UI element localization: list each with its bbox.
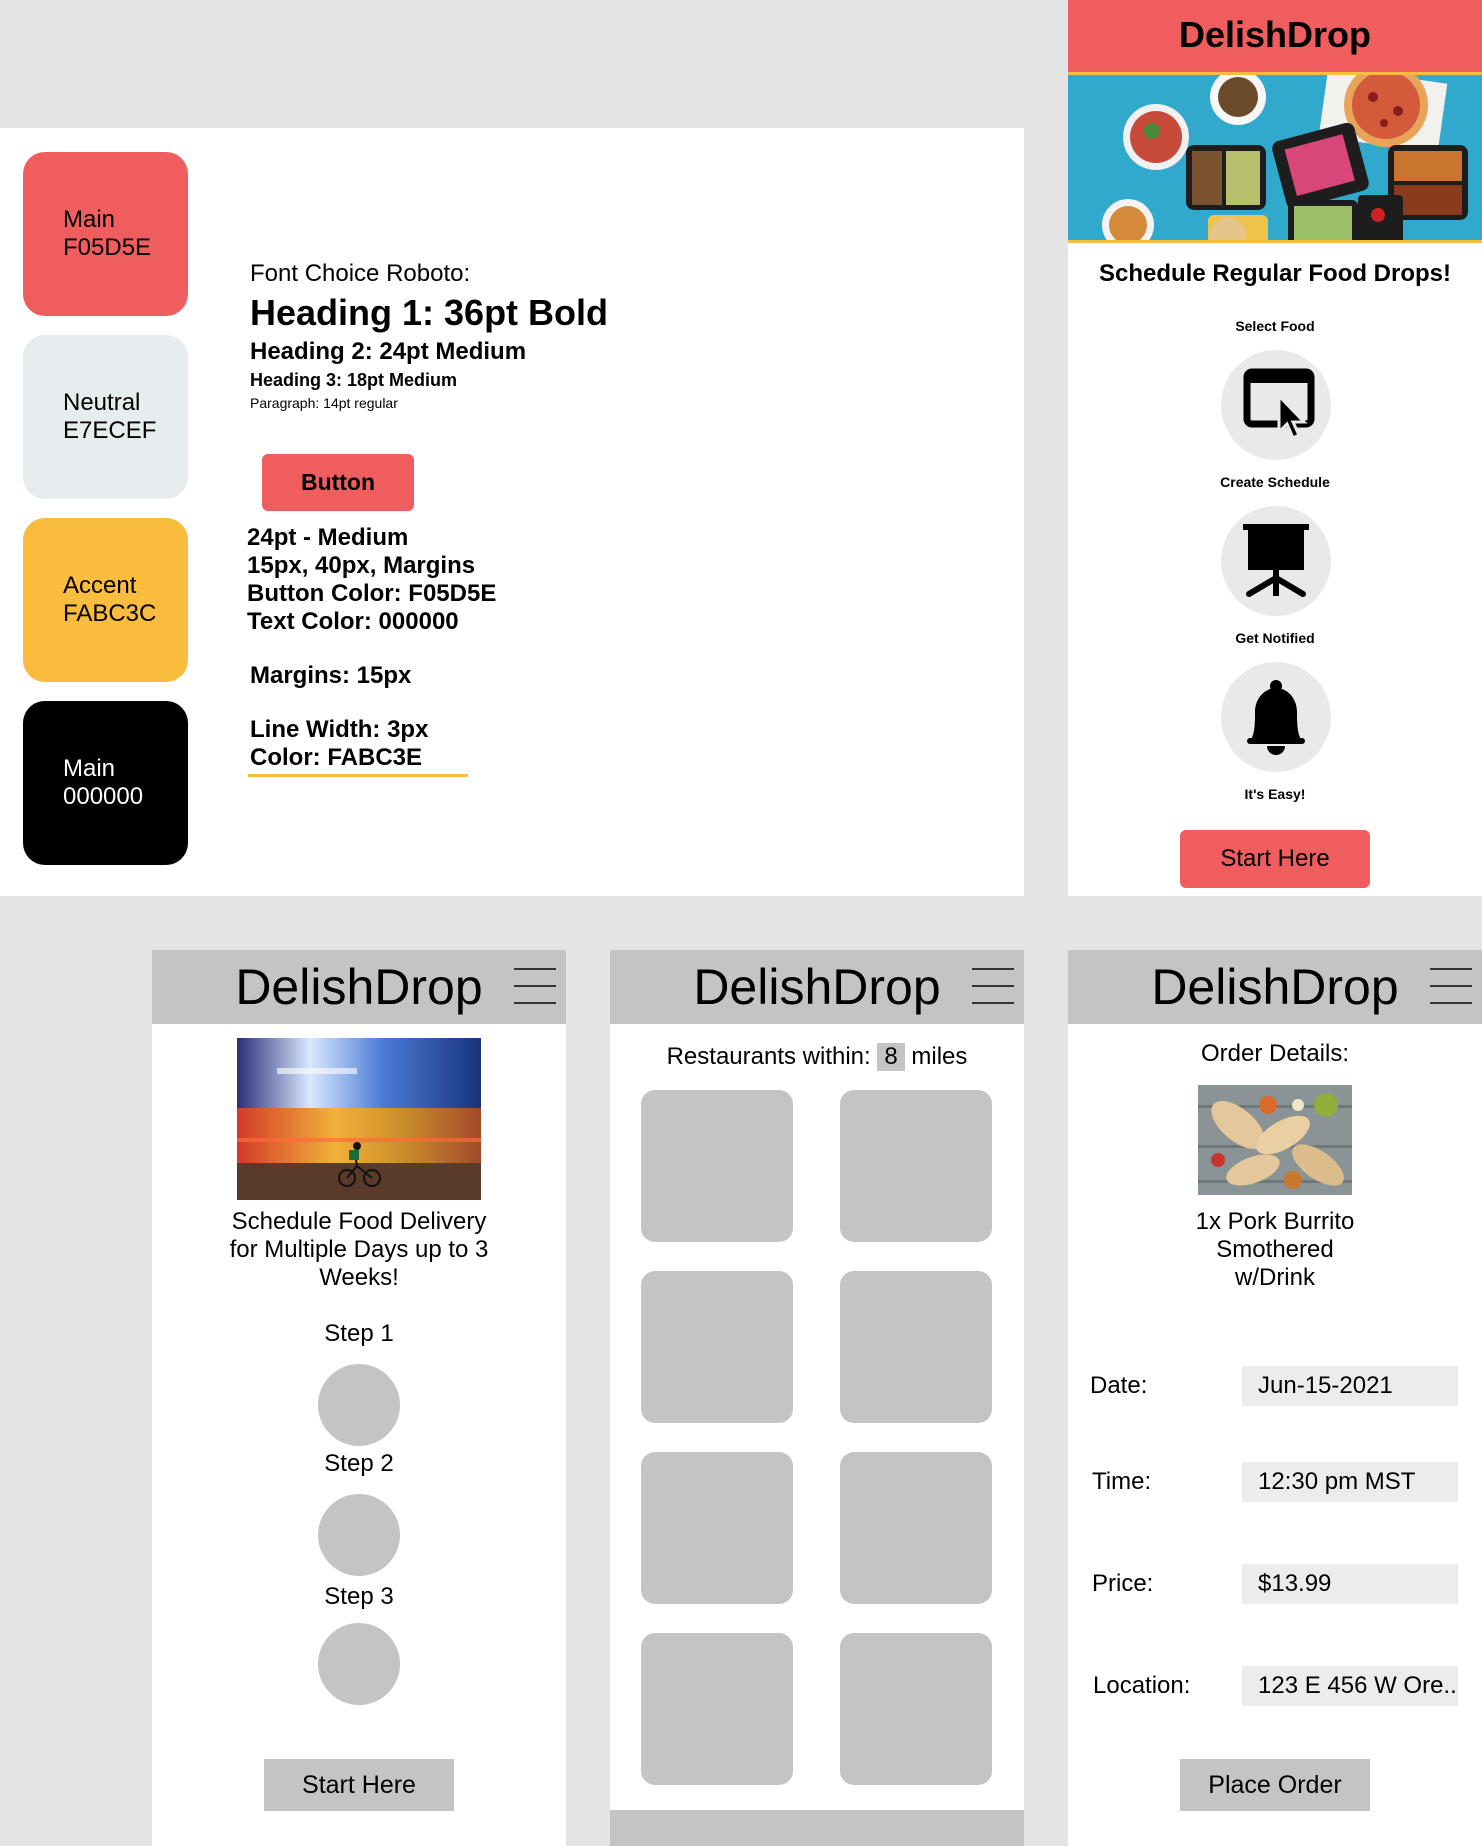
- night-city-image: [237, 1038, 481, 1200]
- brand-title: DelishDrop: [235, 959, 483, 1015]
- order-details-screen: DelishDrop Order Details: 1x Pork Burrit…: [1068, 950, 1482, 1846]
- order-item: 1x Pork Burrito Smothered w/Drink: [1195, 1208, 1355, 1291]
- hamburger-menu-icon[interactable]: [972, 968, 1014, 1004]
- swatch-black: Main 000000: [23, 701, 188, 865]
- swatch-name: Neutral: [63, 389, 141, 416]
- easy-caption: It's Easy!: [1244, 786, 1306, 802]
- cyclist-photo: [237, 1038, 481, 1200]
- swatch-main: Main F05D5E: [23, 152, 188, 316]
- schedule-screen: DelishDrop Schedule Food Delivery for Mu…: [152, 950, 566, 1846]
- line-spec: Color: FABC3E: [250, 744, 423, 771]
- burrito-image: [1198, 1085, 1352, 1195]
- step-caption: Get Notified: [1235, 630, 1315, 646]
- radius-filter: Restaurants within: 8 miles: [610, 1043, 1024, 1071]
- app-header: DelishDrop: [152, 950, 566, 1024]
- swatch-name: Accent: [63, 572, 137, 599]
- swatch-name: Main: [63, 755, 116, 782]
- hero-image: [1068, 75, 1482, 240]
- button-spec-line: 24pt - Medium: [247, 524, 409, 551]
- landing-header: DelishDrop: [1068, 0, 1482, 72]
- radius-suffix: miles: [911, 1043, 968, 1070]
- time-field[interactable]: 12:30 pm MST: [1242, 1462, 1458, 1502]
- brand-title: DelishDrop: [693, 959, 941, 1015]
- step-1-circle[interactable]: [318, 1364, 400, 1446]
- location-field[interactable]: 123 E 456 W Ore..: [1242, 1666, 1458, 1706]
- swatch-code: E7ECEF: [63, 417, 157, 444]
- step-3-circle[interactable]: [318, 1623, 400, 1705]
- burritos-photo: [1198, 1085, 1352, 1195]
- button-spec-line: Button Color: F05D5E: [247, 580, 497, 607]
- time-label: Time:: [1092, 1468, 1152, 1495]
- date-label: Date:: [1090, 1372, 1148, 1399]
- swatch-code: 000000: [63, 783, 144, 810]
- hamburger-menu-icon[interactable]: [1430, 968, 1472, 1004]
- landing-start-button[interactable]: Start Here: [1180, 830, 1370, 888]
- restaurants-screen: DelishDrop Restaurants within: 8 miles: [610, 950, 1024, 1846]
- step-label: Step 3: [324, 1583, 394, 1610]
- bottom-bar: [610, 1810, 1024, 1846]
- step-2-circle[interactable]: [318, 1494, 400, 1576]
- paragraph-sample: Paragraph: 14pt regular: [250, 395, 398, 411]
- heading2-sample: Heading 2: 24pt Medium: [250, 338, 527, 365]
- schedule-description: Schedule Food Delivery for Multiple Days…: [229, 1208, 489, 1291]
- order-details-title: Order Details:: [1200, 1040, 1350, 1067]
- sample-button[interactable]: Button: [262, 454, 414, 511]
- restaurant-tile[interactable]: [641, 1452, 793, 1604]
- heading1-sample: Heading 1: 36pt Bold: [250, 292, 609, 333]
- swatch-code: F05D5E: [63, 234, 152, 261]
- date-field[interactable]: Jun-15-2021: [1242, 1366, 1458, 1406]
- restaurant-tile[interactable]: [641, 1090, 793, 1242]
- restaurant-tile[interactable]: [641, 1633, 793, 1785]
- place-order-button[interactable]: Place Order: [1180, 1759, 1370, 1811]
- select-food-step[interactable]: [1221, 350, 1331, 460]
- computer-cursor-icon: [1243, 368, 1315, 441]
- swatch-neutral: Neutral E7ECEF: [23, 335, 188, 499]
- step-label: Step 2: [324, 1450, 394, 1477]
- presentation-board-icon: [1243, 524, 1309, 597]
- location-label: Location:: [1093, 1672, 1191, 1699]
- get-notified-step[interactable]: [1221, 662, 1331, 772]
- heading3-sample: Heading 3: 18pt Medium: [250, 370, 458, 390]
- swatch-code: FABC3C: [63, 600, 157, 627]
- font-choice-label: Font Choice Roboto:: [250, 260, 471, 287]
- restaurant-tile[interactable]: [641, 1271, 793, 1423]
- step-caption: Select Food: [1235, 318, 1315, 334]
- brand-title: DelishDrop: [1151, 959, 1399, 1015]
- style-guide-panel: Main F05D5E Neutral E7ECEF Accent FABC3C…: [0, 128, 1024, 896]
- radius-prefix: Restaurants within:: [666, 1043, 871, 1070]
- restaurant-tile[interactable]: [840, 1271, 992, 1423]
- bell-icon: [1247, 680, 1305, 755]
- accent-line-sample: [248, 774, 468, 777]
- food-containers-illustration: [1068, 75, 1482, 240]
- app-header: DelishDrop: [610, 950, 1024, 1024]
- swatch-accent: Accent FABC3C: [23, 518, 188, 682]
- price-field[interactable]: $13.99: [1242, 1564, 1458, 1604]
- restaurant-tile[interactable]: [840, 1452, 992, 1604]
- swatch-name: Main: [63, 206, 116, 233]
- button-spec-line: Text Color: 000000: [247, 608, 459, 635]
- radius-input[interactable]: 8: [877, 1043, 905, 1071]
- app-header: DelishDrop: [1068, 950, 1482, 1024]
- restaurant-tile[interactable]: [840, 1633, 992, 1785]
- button-specs: 24pt - Medium 15px, 40px, Margins Button…: [247, 524, 496, 636]
- price-label: Price:: [1092, 1570, 1154, 1597]
- step-caption: Create Schedule: [1220, 474, 1330, 490]
- line-specs: Line Width: 3px Color: FABC3E: [250, 716, 428, 772]
- start-here-button[interactable]: Start Here: [264, 1759, 454, 1811]
- button-spec-line: 15px, 40px, Margins: [247, 552, 476, 579]
- landing-screen: DelishDrop Schedule Regular Food Drops! …: [1068, 0, 1482, 896]
- hero-divider: [1068, 240, 1482, 243]
- brand-title: DelishDrop: [1178, 14, 1372, 55]
- restaurant-tile[interactable]: [840, 1090, 992, 1242]
- landing-tagline: Schedule Regular Food Drops!: [1098, 260, 1452, 287]
- hamburger-menu-icon[interactable]: [514, 968, 556, 1004]
- create-schedule-step[interactable]: [1221, 506, 1331, 616]
- margins-spec: Margins: 15px: [250, 662, 412, 689]
- line-spec: Line Width: 3px: [250, 716, 429, 743]
- step-label: Step 1: [324, 1320, 394, 1347]
